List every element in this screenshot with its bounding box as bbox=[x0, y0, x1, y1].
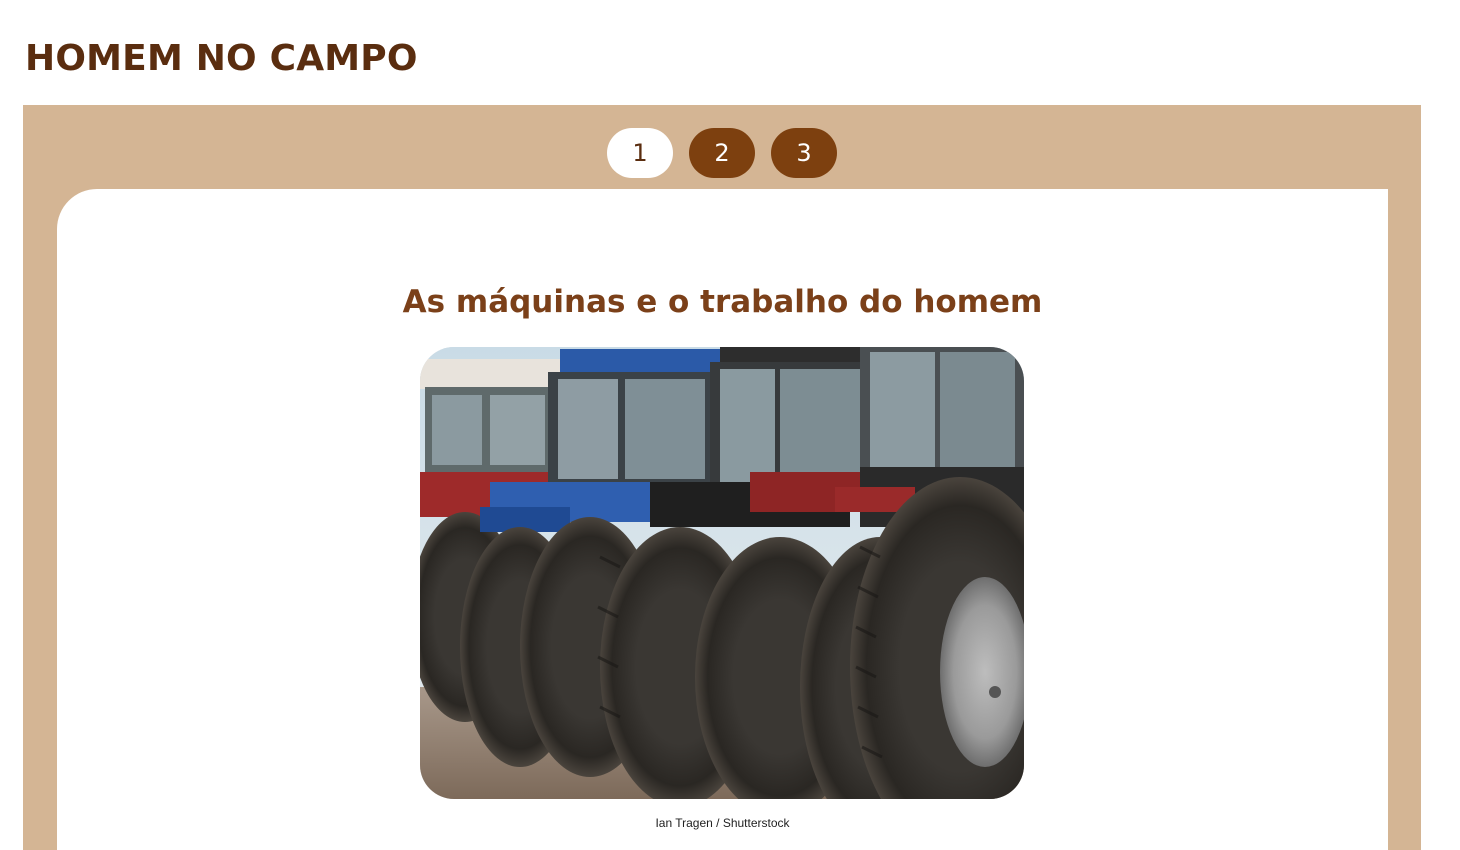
pagination: 1 2 3 bbox=[607, 128, 837, 178]
page: HOMEM NO CAMPO 1 2 3 As máquinas e o tra… bbox=[0, 0, 1460, 850]
page-button-1[interactable]: 1 bbox=[607, 128, 673, 178]
page-button-3[interactable]: 3 bbox=[771, 128, 837, 178]
page-title: HOMEM NO CAMPO bbox=[25, 38, 418, 79]
content-frame: 1 2 3 As máquinas e o trabalho do homem bbox=[23, 105, 1421, 850]
tractor-photo bbox=[420, 347, 1024, 799]
photo-credit: Ian Tragen / Shutterstock bbox=[655, 816, 790, 830]
page-button-2[interactable]: 2 bbox=[689, 128, 755, 178]
tractor-illustration bbox=[420, 347, 1024, 799]
content-card: As máquinas e o trabalho do homem Ian Tr… bbox=[57, 189, 1388, 850]
section-heading: As máquinas e o trabalho do homem bbox=[402, 284, 1043, 320]
